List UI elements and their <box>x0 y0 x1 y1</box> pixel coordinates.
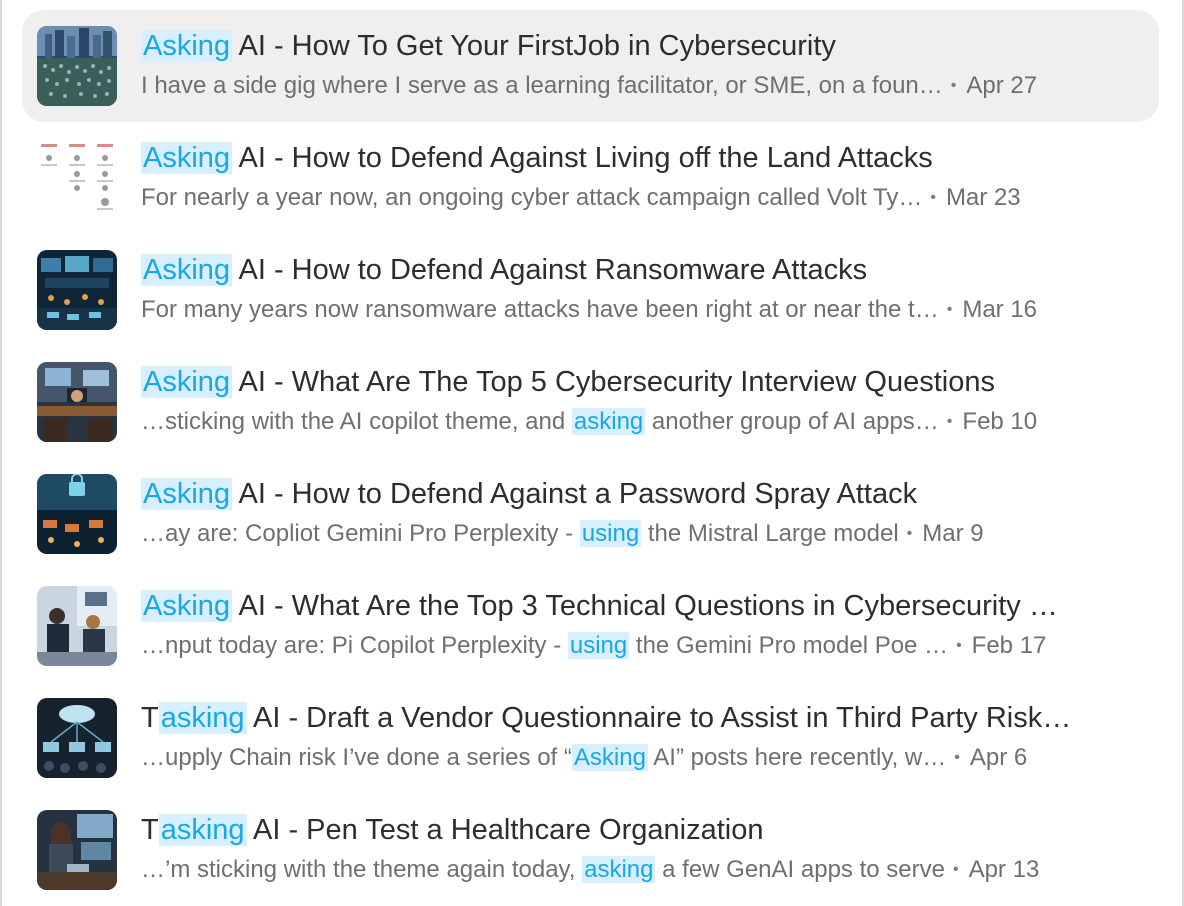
result-date: Apr 27 <box>966 72 1038 99</box>
result-item-8[interactable]: Tasking AI - Pen Test a Healthcare Organ… <box>22 794 1159 906</box>
thumbnail-analyst-woman <box>37 810 117 890</box>
result-title: Asking AI - What Are The Top 5 Cybersecu… <box>141 366 995 398</box>
result-item-2[interactable]: Asking AI - How to Defend Against Living… <box>22 122 1159 234</box>
result-title: Asking AI - How To Get Your FirstJob in … <box>141 30 836 62</box>
thumbnail-control-room <box>37 250 117 330</box>
result-date: Mar 16 <box>962 296 1038 323</box>
result-snippet: …upply Chain risk I’ve done a series of … <box>141 744 947 771</box>
result-item-4[interactable]: Asking AI - What Are The Top 5 Cybersecu… <box>22 346 1159 458</box>
result-snippet: …sticking with the AI copilot theme, and… <box>141 408 939 435</box>
result-date: Feb 17 <box>971 632 1047 659</box>
result-date: Mar 9 <box>922 520 984 547</box>
separator-dot: • <box>952 861 959 878</box>
result-item-6[interactable]: Asking AI - What Are the Top 3 Technical… <box>22 570 1159 682</box>
title-highlight: Asking <box>141 478 233 510</box>
title-highlight: Asking <box>141 366 233 398</box>
result-date: Apr 6 <box>969 744 1028 771</box>
result-meta: …nput today are: Pi Copilot Perplexity -… <box>141 630 1143 662</box>
result-snippet: …’m sticking with the theme again today,… <box>141 856 945 883</box>
result-snippet: For nearly a year now, an ongoing cyber … <box>141 184 923 211</box>
result-title: Asking AI - How to Defend Against a Pass… <box>141 478 918 510</box>
result-date: Mar 23 <box>945 184 1021 211</box>
separator-dot: • <box>906 525 913 542</box>
thumbnail-cloud-network <box>37 698 117 778</box>
separator-dot: • <box>956 637 962 654</box>
window-frame: Asking AI - How To Get Your FirstJob in … <box>0 0 1184 906</box>
result-snippet: …nput today are: Pi Copilot Perplexity -… <box>141 632 949 659</box>
snippet-highlight: asking <box>571 408 646 435</box>
result-title: Asking AI - How to Defend Against Ransom… <box>141 254 868 286</box>
result-meta: …ay are: Copliot Gemini Pro Perplexity -… <box>141 518 1143 550</box>
separator-dot: • <box>946 413 953 430</box>
result-item-3[interactable]: Asking AI - How to Defend Against Ransom… <box>22 234 1159 346</box>
result-meta: …’m sticking with the theme again today,… <box>141 854 1143 886</box>
separator-dot: • <box>946 301 953 318</box>
result-item-7[interactable]: Tasking AI - Draft a Vendor Questionnair… <box>22 682 1159 794</box>
result-title: Tasking AI - Pen Test a Healthcare Organ… <box>141 814 764 846</box>
result-title: Tasking AI - Draft a Vendor Questionnair… <box>141 702 1072 734</box>
separator-dot: • <box>950 77 957 94</box>
thumbnail-interview <box>37 586 117 666</box>
result-meta: For nearly a year now, an ongoing cyber … <box>141 182 1143 214</box>
result-meta: …sticking with the AI copilot theme, and… <box>141 406 1143 438</box>
thumbnail-diagram <box>37 138 117 218</box>
title-highlight: Asking <box>141 590 233 622</box>
title-highlight: asking <box>158 814 247 846</box>
thumbnail-lock-network <box>37 474 117 554</box>
result-meta: …upply Chain risk I’ve done a series of … <box>141 742 1143 774</box>
result-snippet: For many years now ransomware attacks ha… <box>141 296 939 323</box>
result-title: Asking AI - What Are the Top 3 Technical… <box>141 590 1058 622</box>
title-highlight: Asking <box>141 254 233 286</box>
result-date: Apr 13 <box>968 856 1040 883</box>
title-highlight: Asking <box>141 142 233 174</box>
result-snippet: I have a side gig where I serve as a lea… <box>141 72 943 99</box>
result-snippet: …ay are: Copliot Gemini Pro Perplexity -… <box>141 520 899 547</box>
result-meta: I have a side gig where I serve as a lea… <box>141 70 1143 102</box>
search-results-list: Asking AI - How To Get Your FirstJob in … <box>22 10 1159 906</box>
title-highlight: asking <box>158 702 247 734</box>
thumbnail-office-desk <box>37 362 117 442</box>
thumbnail-city-crowd <box>37 26 117 106</box>
title-highlight: Asking <box>141 30 233 62</box>
result-title: Asking AI - How to Defend Against Living… <box>141 142 933 174</box>
snippet-highlight: asking <box>582 856 656 883</box>
result-item-1[interactable]: Asking AI - How To Get Your FirstJob in … <box>22 10 1159 122</box>
separator-dot: • <box>930 189 936 206</box>
separator-dot: • <box>954 749 960 766</box>
snippet-highlight: Asking <box>571 744 648 771</box>
result-item-5[interactable]: Asking AI - How to Defend Against a Pass… <box>22 458 1159 570</box>
snippet-highlight: using <box>579 520 642 547</box>
result-meta: For many years now ransomware attacks ha… <box>141 294 1143 326</box>
snippet-highlight: using <box>567 632 630 659</box>
result-date: Feb 10 <box>962 408 1038 435</box>
